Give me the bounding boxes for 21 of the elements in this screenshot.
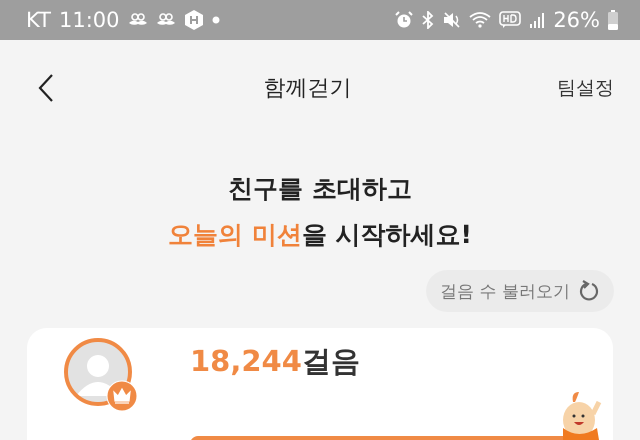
page-title: 함께걷기	[262, 75, 352, 103]
alarm-icon	[395, 11, 414, 29]
invite-subheading: 오늘의 미션을 시작하세요!	[168, 219, 472, 251]
dot-icon	[212, 16, 220, 24]
carrier-label: KT	[26, 8, 51, 32]
hexagon-icon	[184, 9, 204, 31]
mute-icon	[443, 11, 462, 29]
mustache-icon	[128, 13, 148, 27]
team-settings-button[interactable]: 팀설정	[557, 75, 614, 101]
clock: 11:00	[58, 8, 120, 32]
signal-icon	[529, 11, 546, 29]
invite-heading: 친구를 초대하고	[228, 173, 412, 205]
bluetooth-icon	[421, 11, 436, 29]
hd-icon	[499, 11, 522, 29]
load-steps-button[interactable]: 걸음 수 불러오기	[426, 270, 614, 312]
step-count: 18,244걸음	[190, 343, 361, 380]
battery-label: 26%	[553, 8, 600, 32]
wifi-icon	[469, 11, 492, 29]
battery-icon	[608, 10, 618, 30]
refresh-icon	[578, 280, 600, 302]
mustache-icon	[156, 13, 176, 27]
